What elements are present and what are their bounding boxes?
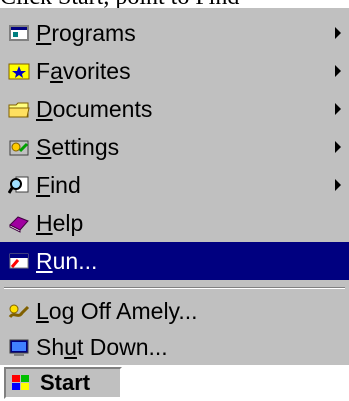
find-icon: [8, 176, 29, 194]
menu-item-shut-down[interactable]: Shut Down...: [0, 328, 349, 366]
submenu-arrow-icon: [335, 65, 341, 77]
start-menu: Programs Favorites Documents Settings Fi…: [0, 8, 349, 365]
menu-item-settings[interactable]: Settings: [0, 128, 349, 166]
menu-item-help[interactable]: Help: [0, 204, 349, 242]
caption-text: Click Start, point to Find: [0, 0, 349, 8]
menu-item-find[interactable]: Find: [0, 166, 349, 204]
favorites-icon: [8, 63, 30, 80]
programs-icon: [9, 25, 29, 41]
menu-item-documents[interactable]: Documents: [0, 90, 349, 128]
start-label: Start: [40, 370, 91, 395]
settings-icon: [9, 140, 29, 156]
menu-item-run[interactable]: Run...: [0, 242, 349, 280]
submenu-arrow-icon: [335, 179, 341, 191]
menu-item-log-off[interactable]: Log Off Amely...: [0, 292, 349, 330]
menu-item-favorites[interactable]: Favorites: [0, 52, 349, 90]
submenu-arrow-icon: [335, 27, 341, 39]
start-button[interactable]: Start: [4, 367, 122, 399]
submenu-arrow-icon: [335, 103, 341, 115]
windows-logo-icon: [12, 375, 29, 390]
documents-icon: [8, 102, 30, 118]
submenu-arrow-icon: [335, 141, 341, 153]
menu-separator: [4, 287, 345, 289]
menu-item-programs[interactable]: Programs: [0, 14, 349, 52]
run-icon: [9, 253, 29, 269]
help-icon: [9, 216, 29, 233]
shut-down-icon: [9, 339, 29, 356]
log-off-icon: [8, 304, 30, 318]
